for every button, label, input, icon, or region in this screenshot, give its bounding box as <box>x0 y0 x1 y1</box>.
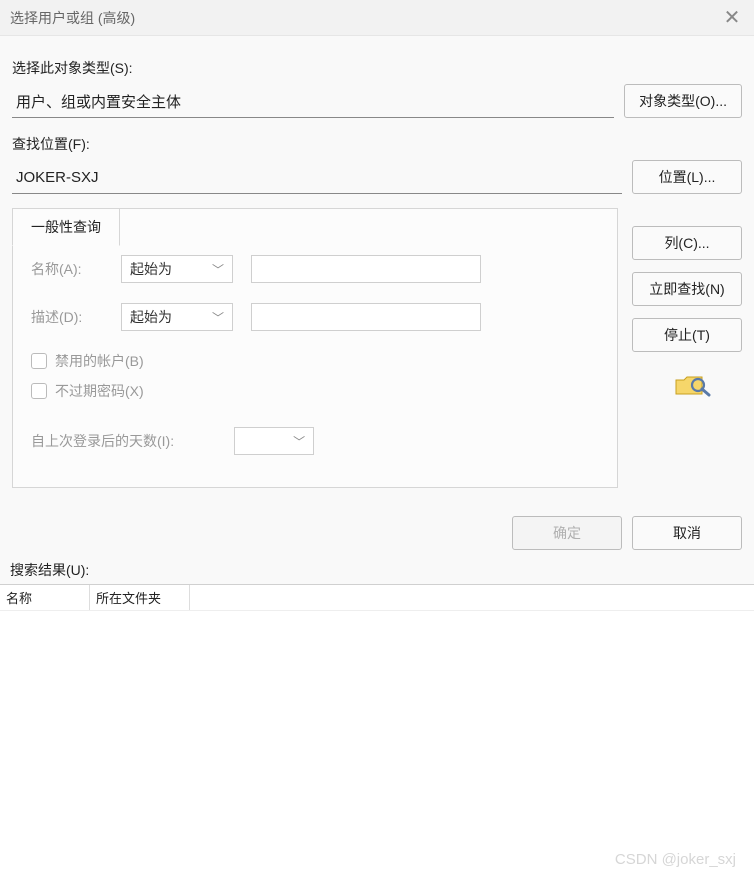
tab-common-queries[interactable]: 一般性查询 <box>12 208 120 246</box>
locations-button[interactable]: 位置(L)... <box>632 160 742 194</box>
results-grid[interactable]: 名称 所在文件夹 <box>0 584 754 874</box>
disabled-accounts-label: 禁用的帐户(B) <box>55 351 144 371</box>
column-name[interactable]: 名称 <box>0 585 90 610</box>
description-input[interactable] <box>251 303 481 331</box>
titlebar: 选择用户或组 (高级) ✕ <box>0 0 754 36</box>
chevron-down-icon: ﹀ <box>212 261 224 278</box>
name-input[interactable] <box>251 255 481 283</box>
name-mode-combo[interactable]: 起始为 ﹀ <box>121 255 233 283</box>
footer-buttons: 确定 取消 <box>0 502 754 556</box>
window-title: 选择用户或组 (高级) <box>10 8 135 28</box>
close-icon[interactable]: ✕ <box>720 5 744 30</box>
cancel-button[interactable]: 取消 <box>632 516 742 550</box>
column-folder[interactable]: 所在文件夹 <box>90 585 190 610</box>
side-buttons: 列(C)... 立即查找(N) 停止(T) <box>632 208 742 488</box>
columns-button[interactable]: 列(C)... <box>632 226 742 260</box>
description-mode-combo[interactable]: 起始为 ﹀ <box>121 303 233 331</box>
name-mode-value: 起始为 <box>130 259 172 279</box>
location-input[interactable] <box>12 160 622 194</box>
disabled-accounts-checkbox[interactable] <box>31 353 47 369</box>
ok-button[interactable]: 确定 <box>512 516 622 550</box>
object-types-button[interactable]: 对象类型(O)... <box>624 84 742 118</box>
location-label: 查找位置(F): <box>12 132 742 156</box>
watermark: CSDN @joker_sxj <box>615 851 736 868</box>
name-label: 名称(A): <box>31 259 103 279</box>
description-mode-value: 起始为 <box>130 307 172 327</box>
nonexpiring-password-checkbox[interactable] <box>31 383 47 399</box>
chevron-down-icon: ﹀ <box>212 309 224 326</box>
search-folder-icon <box>674 372 712 401</box>
grid-header: 名称 所在文件夹 <box>0 585 754 611</box>
object-type-input[interactable] <box>12 84 614 118</box>
find-now-button[interactable]: 立即查找(N) <box>632 272 742 306</box>
days-since-logon-combo[interactable]: ﹀ <box>234 427 314 455</box>
chevron-down-icon: ﹀ <box>293 433 305 450</box>
upper-panel: 选择此对象类型(S): 对象类型(O)... 查找位置(F): 位置(L)...… <box>0 36 754 502</box>
nonexpiring-password-label: 不过期密码(X) <box>55 381 144 401</box>
stop-button[interactable]: 停止(T) <box>632 318 742 352</box>
days-since-logon-label: 自上次登录后的天数(I): <box>31 431 174 451</box>
object-type-label: 选择此对象类型(S): <box>12 56 742 80</box>
search-results-label: 搜索结果(U): <box>0 556 754 584</box>
query-tab-panel: 一般性查询 名称(A): 起始为 ﹀ 描述(D): 起始为 ﹀ 禁用的 <box>12 208 618 488</box>
description-label: 描述(D): <box>31 307 103 327</box>
